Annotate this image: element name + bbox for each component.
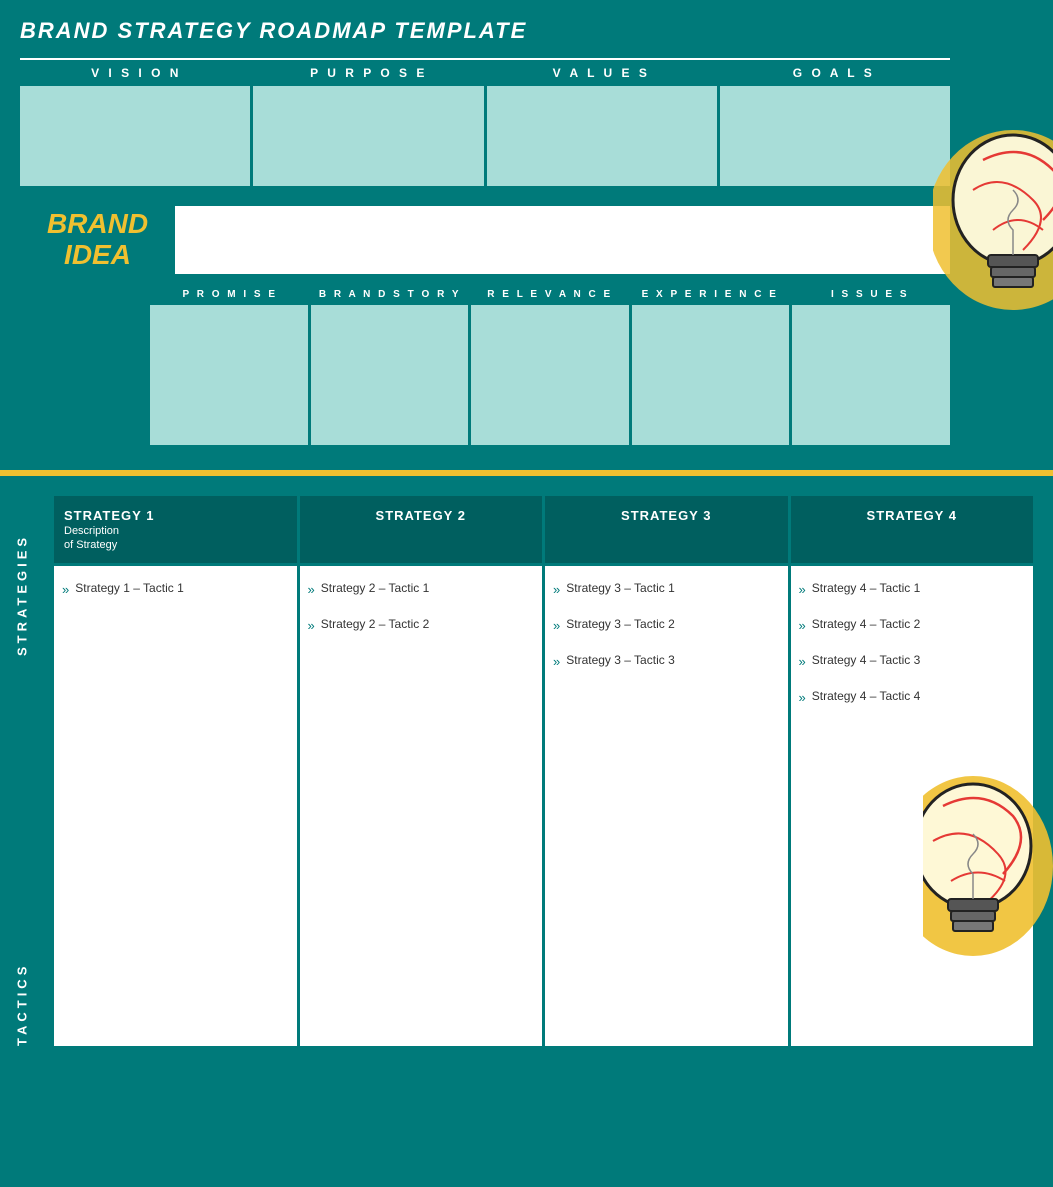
strategy-4-header: STRATEGY 4 (791, 496, 1034, 563)
tactic-text: Strategy 2 – Tactic 2 (321, 617, 430, 633)
brand-story-header: B R A N D S T O R Y (310, 284, 470, 305)
tactic-item: » Strategy 4 – Tactic 3 (799, 653, 944, 669)
tactic-item: » Strategy 3 – Tactic 3 (553, 653, 780, 669)
tactic-text: Strategy 2 – Tactic 1 (321, 581, 430, 597)
issues-header: I S S U E S (790, 284, 950, 305)
tactic-text: Strategy 4 – Tactic 1 (812, 581, 921, 597)
tactic-item: » Strategy 2 – Tactic 2 (308, 617, 535, 633)
strategy-2-title: STRATEGY 2 (310, 508, 533, 523)
issues-cell[interactable] (792, 305, 950, 445)
tactic-item: » Strategy 4 – Tactic 4 (799, 689, 944, 705)
brand-idea-input[interactable] (175, 206, 950, 274)
tactic-item: » Strategy 2 – Tactic 1 (308, 581, 535, 597)
tactic-arrow-icon: » (799, 690, 806, 705)
tactics-label: TACTICS (0, 676, 44, 1066)
goals-cell[interactable] (720, 86, 950, 186)
goals-header: G O A L S (718, 58, 951, 86)
brand-idea-label: BRANDIDEA (20, 209, 175, 271)
lightbulb-top-decoration (933, 60, 1053, 440)
tactic-arrow-icon: » (553, 582, 560, 597)
page-title: BRAND STRATEGY ROADMAP TEMPLATE (20, 18, 1033, 44)
strategy-1-header: STRATEGY 1 Description of Strategy (54, 496, 297, 563)
tactic-text: Strategy 4 – Tactic 2 (812, 617, 921, 633)
tactic-arrow-icon: » (799, 582, 806, 597)
bottom-section: STRATEGIES TACTICS STRATEGY 1 Descriptio… (0, 476, 1053, 1066)
tactics-grid: » Strategy 1 – Tactic 1 » Strategy 2 – T… (54, 566, 1033, 1046)
tactic-text: Strategy 1 – Tactic 1 (75, 581, 184, 597)
purpose-header: P U R P O S E (253, 58, 486, 86)
brand-idea-row: BRANDIDEA (20, 206, 950, 274)
tactic-text: Strategy 4 – Tactic 3 (812, 653, 921, 669)
strategy-1-tactics-cell[interactable]: » Strategy 1 – Tactic 1 (54, 566, 297, 1046)
tactic-text: Strategy 4 – Tactic 4 (812, 689, 921, 705)
values-header: V A L U E S (485, 58, 718, 86)
relevance-header: R E L E V A N C E (470, 284, 630, 305)
promise-header: P R O M I S E (150, 284, 310, 305)
experience-header: E X P E R I E N C E (630, 284, 790, 305)
top-section: BRAND STRATEGY ROADMAP TEMPLATE V I S I … (0, 0, 1053, 470)
tactic-arrow-icon: » (553, 654, 560, 669)
experience-cell[interactable] (632, 305, 790, 445)
promise-header-row: P R O M I S E B R A N D S T O R Y R E L … (150, 284, 950, 305)
tactic-item: » Strategy 4 – Tactic 2 (799, 617, 944, 633)
promise-cell[interactable] (150, 305, 308, 445)
strategy-1-desc2: of Strategy (64, 539, 287, 551)
vision-header: V I S I O N (20, 58, 253, 86)
tactic-arrow-icon: » (308, 582, 315, 597)
tactic-item: » Strategy 4 – Tactic 1 (799, 581, 944, 597)
tactic-arrow-icon: » (553, 618, 560, 633)
tactic-text: Strategy 3 – Tactic 2 (566, 617, 675, 633)
tactic-item: » Strategy 1 – Tactic 1 (62, 581, 289, 597)
tactic-arrow-icon: » (799, 618, 806, 633)
strategy-1-desc1: Description (64, 525, 287, 537)
tactic-item: » Strategy 3 – Tactic 2 (553, 617, 780, 633)
strategy-2-tactics-cell[interactable]: » Strategy 2 – Tactic 1 » Strategy 2 – T… (300, 566, 543, 1046)
relevance-cell[interactable] (471, 305, 629, 445)
vision-header-row: V I S I O N P U R P O S E V A L U E S G … (20, 58, 950, 86)
content-area: STRATEGY 1 Description of Strategy STRAT… (44, 476, 1053, 1066)
promise-cells-row (150, 305, 950, 470)
strategies-tactics-labels: STRATEGIES TACTICS (0, 476, 44, 1066)
strategy-3-header: STRATEGY 3 (545, 496, 788, 563)
tactic-arrow-icon: » (799, 654, 806, 669)
purpose-cell[interactable] (253, 86, 483, 186)
lightbulb-bottom-decoration (923, 726, 1053, 1066)
vision-cells-row (20, 86, 950, 186)
strategies-label: STRATEGIES (0, 476, 44, 676)
tactic-text: Strategy 3 – Tactic 1 (566, 581, 675, 597)
brand-story-cell[interactable] (311, 305, 469, 445)
strategy-4-title: STRATEGY 4 (801, 508, 1024, 523)
vision-cell[interactable] (20, 86, 250, 186)
strategy-3-tactics-cell[interactable]: » Strategy 3 – Tactic 1 » Strategy 3 – T… (545, 566, 788, 1046)
strategy-3-title: STRATEGY 3 (555, 508, 778, 523)
strategies-headers-grid: STRATEGY 1 Description of Strategy STRAT… (54, 496, 1033, 563)
tactic-text: Strategy 3 – Tactic 3 (566, 653, 675, 669)
values-cell[interactable] (487, 86, 717, 186)
tactic-arrow-icon: » (62, 582, 69, 597)
strategy-1-title: STRATEGY 1 (64, 508, 287, 523)
tactic-item: » Strategy 3 – Tactic 1 (553, 581, 780, 597)
tactic-arrow-icon: » (308, 618, 315, 633)
strategy-2-header: STRATEGY 2 (300, 496, 543, 563)
